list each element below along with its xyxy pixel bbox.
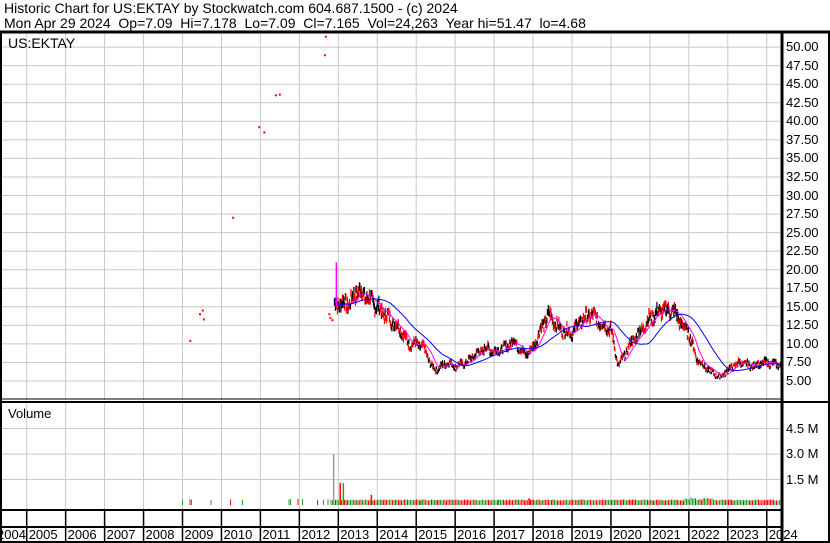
price-tick-label: 47.50 bbox=[786, 57, 819, 73]
volume-tick-label: 4.5 M bbox=[786, 420, 819, 436]
price-point bbox=[278, 93, 281, 96]
year-tick-label: 2017 bbox=[496, 527, 526, 542]
price-tick-label: 10.00 bbox=[786, 335, 819, 351]
symbol-label: US:EKTAY bbox=[8, 35, 76, 51]
price-point bbox=[201, 309, 204, 312]
year-tick-label: 2016 bbox=[457, 527, 487, 542]
price-tick-label: 17.50 bbox=[786, 280, 819, 296]
stock-chart bbox=[0, 30, 830, 543]
price-tick-label: 45.00 bbox=[786, 76, 819, 92]
price-tick-label: 32.50 bbox=[786, 168, 819, 184]
year-tick-label: 2023 bbox=[729, 527, 759, 542]
volume-tick-label: 1.5 M bbox=[786, 471, 819, 487]
price-tick-label: 27.50 bbox=[786, 206, 819, 222]
year-tick-label: 2010 bbox=[223, 527, 253, 542]
price-tick-label: 40.00 bbox=[786, 113, 819, 129]
year-tick-label: 2006 bbox=[67, 527, 97, 542]
year-tick-label: 2022 bbox=[690, 527, 720, 542]
year-tick-label: 2015 bbox=[418, 527, 448, 542]
year-tick-label: 2013 bbox=[340, 527, 370, 542]
price-point bbox=[202, 318, 205, 321]
price-point bbox=[324, 54, 327, 57]
price-point bbox=[324, 35, 327, 38]
year-tick-label: 2008 bbox=[145, 527, 175, 542]
price-point bbox=[331, 319, 334, 322]
year-tick-label: 2024 bbox=[768, 527, 798, 542]
price-point bbox=[329, 316, 332, 319]
price-tick-label: 15.00 bbox=[786, 298, 819, 314]
year-tick-label: 2004 bbox=[0, 527, 26, 542]
year-tick-label: 2011 bbox=[262, 527, 291, 542]
price-point bbox=[263, 131, 266, 134]
price-point bbox=[232, 216, 235, 219]
price-point bbox=[189, 339, 192, 342]
price-point bbox=[274, 94, 277, 97]
price-tick-label: 25.00 bbox=[786, 224, 819, 240]
year-tick-label: 2005 bbox=[28, 527, 58, 542]
price-tick-label: 5.00 bbox=[786, 373, 812, 388]
year-tick-label: 2014 bbox=[379, 527, 409, 542]
year-tick-label: 2020 bbox=[612, 527, 642, 542]
price-tick-label: 20.00 bbox=[786, 261, 819, 277]
volume-tick-label: 3.0 M bbox=[786, 446, 819, 461]
price-point bbox=[199, 313, 202, 316]
year-tick-label: 2012 bbox=[301, 527, 331, 542]
price-tick-label: 50.00 bbox=[786, 39, 819, 55]
price-tick-label: 30.00 bbox=[786, 187, 819, 203]
year-tick-label: 2007 bbox=[106, 527, 136, 542]
price-tick-label: 22.50 bbox=[786, 243, 819, 259]
year-tick-label: 2021 bbox=[651, 527, 681, 542]
price-tick-label: 7.50 bbox=[786, 354, 812, 370]
price-tick-label: 35.00 bbox=[786, 150, 819, 166]
price-tick-label: 42.50 bbox=[786, 94, 819, 110]
year-tick-label: 2019 bbox=[574, 527, 603, 542]
price-tick-label: 37.50 bbox=[786, 131, 819, 147]
price-point bbox=[258, 126, 261, 129]
year-tick-label: 2009 bbox=[184, 527, 214, 542]
volume-label: Volume bbox=[8, 406, 52, 421]
price-point bbox=[328, 313, 331, 316]
year-tick-label: 2018 bbox=[535, 527, 564, 542]
price-tick-label: 12.50 bbox=[786, 317, 819, 333]
